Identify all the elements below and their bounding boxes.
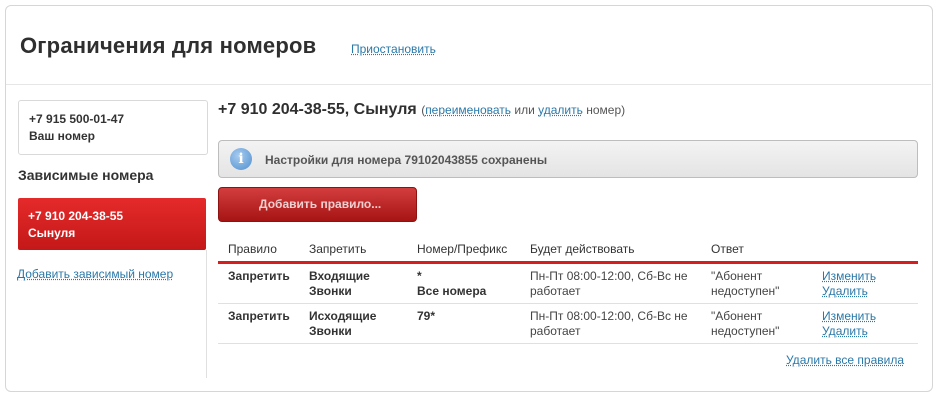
answer-cell: "Абонент недоступен" xyxy=(701,303,812,344)
pause-link[interactable]: Приостановить xyxy=(351,42,436,56)
col-rule: Правило xyxy=(218,236,299,264)
or-text: или xyxy=(514,103,535,117)
own-number: +7 915 500-01-47 xyxy=(29,112,125,126)
header-divider xyxy=(6,84,931,85)
own-number-label: Ваш номер xyxy=(29,129,95,143)
prefix-line: * xyxy=(417,269,422,283)
actions-cell: Изменить Удалить xyxy=(812,262,918,304)
page-title: Ограничения для номеров xyxy=(20,33,317,58)
sidebar-divider xyxy=(206,250,207,378)
schedule-line: Пн-Пт 08:00-12:00, Сб-Вс не xyxy=(530,269,688,283)
rules-table: Правило Запретить Номер/Префикс Будет де… xyxy=(218,236,918,344)
dependent-number: +7 910 204-38-55 xyxy=(28,209,124,223)
answer-line: недоступен" xyxy=(711,284,780,298)
number-actions: (переименовать или удалить номер) xyxy=(421,103,625,117)
number-title-text: +7 910 204-38-55, Сынуля xyxy=(218,101,417,118)
schedule-cell: Пн-Пт 08:00-12:00, Сб-Вс не работает xyxy=(520,303,701,344)
block-line: Входящие xyxy=(309,269,370,283)
actions-cell: Изменить Удалить xyxy=(812,303,918,344)
prefix-cell: 79* xyxy=(407,303,520,344)
col-prefix: Номер/Префикс xyxy=(407,236,520,264)
prefix-cell: * Все номера xyxy=(407,262,520,304)
block-cell: Исходящие Звонки xyxy=(299,303,407,344)
col-schedule: Будет действовать xyxy=(520,236,701,264)
notice-message: Настройки для номера 79102043855 сохране… xyxy=(265,153,548,167)
block-line: Звонки xyxy=(309,324,352,338)
rule-cell: Запретить xyxy=(218,303,299,344)
rename-link[interactable]: переименовать xyxy=(425,103,511,117)
table-row: Запретить Входящие Звонки * Все номера П… xyxy=(218,262,918,304)
dependent-name: Сынуля xyxy=(28,226,76,240)
dependent-number-active[interactable]: +7 910 204-38-55 Сынуля xyxy=(18,198,206,250)
answer-cell: "Абонент недоступен" xyxy=(701,262,812,304)
col-answer: Ответ xyxy=(701,236,812,264)
prefix-line: Все номера xyxy=(417,284,487,298)
table-header-row: Правило Запретить Номер/Префикс Будет де… xyxy=(218,236,918,264)
dependent-numbers-heading: Зависимые номера xyxy=(18,167,154,183)
delete-number-link[interactable]: удалить xyxy=(538,103,583,117)
col-actions xyxy=(812,236,918,264)
schedule-line: работает xyxy=(530,324,581,338)
block-line: Звонки xyxy=(309,284,352,298)
add-rule-button[interactable]: Добавить правило... xyxy=(218,187,417,222)
edit-rule-link[interactable]: Изменить xyxy=(822,309,918,324)
block-line: Исходящие xyxy=(309,309,377,323)
schedule-line: Пн-Пт 08:00-12:00, Сб-Вс не xyxy=(530,309,688,323)
notice-box: i Настройки для номера 79102043855 сохра… xyxy=(218,140,918,178)
delete-all-rules-link[interactable]: Удалить все правила xyxy=(786,353,904,367)
delete-rule-link[interactable]: Удалить xyxy=(822,324,918,339)
col-block: Запретить xyxy=(299,236,407,264)
edit-rule-link[interactable]: Изменить xyxy=(822,269,918,284)
info-icon: i xyxy=(230,148,252,170)
number-text: номер) xyxy=(586,103,626,117)
own-number-card[interactable]: +7 915 500-01-47 Ваш номер xyxy=(18,100,208,155)
block-cell: Входящие Звонки xyxy=(299,262,407,304)
answer-line: "Абонент xyxy=(711,269,763,283)
schedule-cell: Пн-Пт 08:00-12:00, Сб-Вс не работает xyxy=(520,262,701,304)
rule-cell: Запретить xyxy=(218,262,299,304)
delete-rule-link[interactable]: Удалить xyxy=(822,284,918,299)
answer-line: "Абонент xyxy=(711,309,763,323)
prefix-line: 79* xyxy=(417,309,436,323)
number-title: +7 910 204-38-55, Сынуля (переименовать … xyxy=(218,101,625,119)
answer-line: недоступен" xyxy=(711,324,780,338)
schedule-line: работает xyxy=(530,284,581,298)
add-dependent-link[interactable]: Добавить зависимый номер xyxy=(17,267,173,281)
table-row: Запретить Исходящие Звонки 79* Пн-Пт 08:… xyxy=(218,303,918,344)
